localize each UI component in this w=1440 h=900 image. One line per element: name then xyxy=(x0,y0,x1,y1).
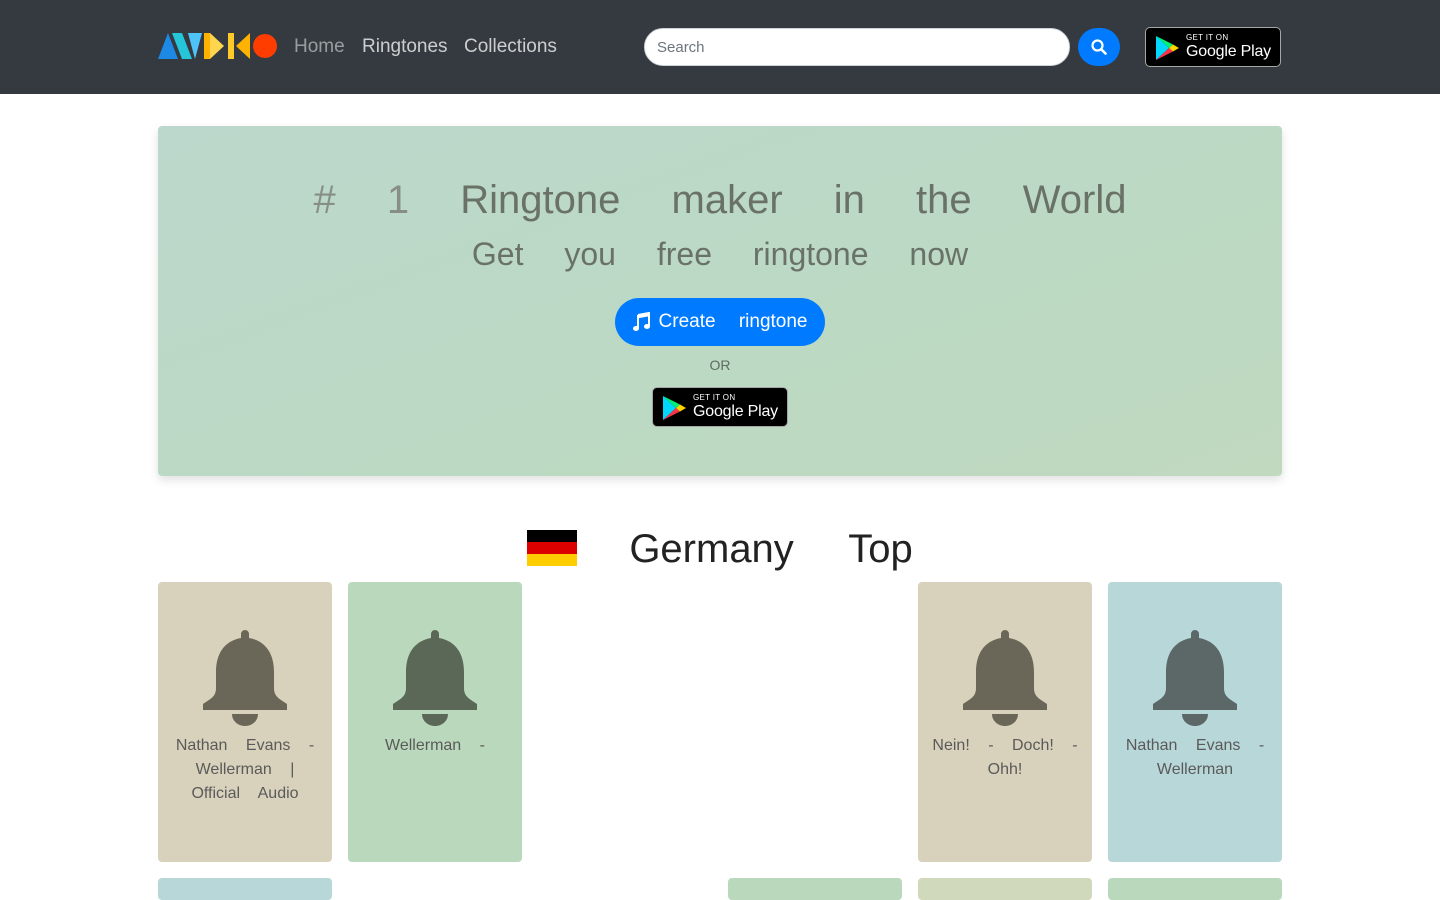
nav-collections[interactable]: Collections xyxy=(464,35,557,59)
ringtone-card-title: Nathan Evans - Wellerman xyxy=(1125,737,1265,778)
hero-title-text: Ringtone maker in the World xyxy=(460,178,1127,222)
germany-flag-icon xyxy=(527,530,578,566)
google-play-badge-hero[interactable]: GET IT ON Google Play xyxy=(652,387,788,427)
flag-stripe-gold xyxy=(527,554,578,566)
google-play-badge[interactable]: GET IT ON Google Play xyxy=(1145,27,1281,67)
gp-big-text: Google Play xyxy=(1186,43,1271,60)
ringtone-card[interactable]: Wellerman - xyxy=(348,582,522,862)
nav-home[interactable]: Home xyxy=(294,35,345,59)
gp-small-text: GET IT ON xyxy=(1186,33,1229,42)
ringtone-card-title: Wellerman - xyxy=(385,737,485,754)
bell-icon xyxy=(1153,630,1237,726)
bell-icon xyxy=(203,630,287,726)
hero-title: # 1 Ringtone maker in the World xyxy=(158,178,1282,222)
flag-stripe-black xyxy=(527,530,578,542)
search-input[interactable] xyxy=(644,28,1070,66)
ringtone-card-title: Nathan Evans - Wellerman | Official Audi… xyxy=(175,737,315,802)
ringtone-card[interactable] xyxy=(728,878,902,900)
hero-banner: # 1 Ringtone maker in the World Get you … xyxy=(158,126,1282,476)
create-ringtone-label: Create ringtone xyxy=(658,311,808,332)
ringtone-card[interactable]: Nein! - Doch! - Ohh! xyxy=(918,582,1092,862)
flag-stripe-red xyxy=(527,542,578,554)
search-button[interactable] xyxy=(1078,28,1120,66)
section-title: Germany Top xyxy=(158,526,1282,572)
create-ringtone-button[interactable]: Create ringtone xyxy=(615,298,825,346)
gp-big-text: Google Play xyxy=(693,403,778,420)
navbar: Home Ringtones Collections GET IT ON Goo… xyxy=(0,0,1440,94)
ringtone-card[interactable]: Nathan Evans - Wellerman xyxy=(1108,582,1282,862)
google-play-icon xyxy=(1156,36,1179,60)
bell-icon xyxy=(393,630,477,726)
google-play-icon xyxy=(663,396,686,420)
ringtone-card[interactable] xyxy=(1108,878,1282,900)
section-title-text: Germany Top xyxy=(629,527,913,571)
search-icon xyxy=(1091,39,1107,55)
nav-ringtones[interactable]: Ringtones xyxy=(362,35,448,59)
music-note-icon xyxy=(632,312,650,331)
ringtone-card[interactable]: Nathan Evans - Wellerman | Official Audi… xyxy=(158,582,332,862)
ringtone-card[interactable] xyxy=(158,878,332,900)
gp-small-text: GET IT ON xyxy=(693,393,736,402)
ringtone-card[interactable] xyxy=(918,878,1092,900)
or-divider: OR xyxy=(709,357,731,373)
audiko-logo[interactable] xyxy=(158,33,278,59)
bell-icon xyxy=(963,630,1047,726)
hero-subtitle: Get you free ringtone now xyxy=(471,236,969,272)
ringtone-card-title: Nein! - Doch! - Ohh! xyxy=(932,737,1078,778)
hero-title-number: # 1 xyxy=(313,178,410,222)
